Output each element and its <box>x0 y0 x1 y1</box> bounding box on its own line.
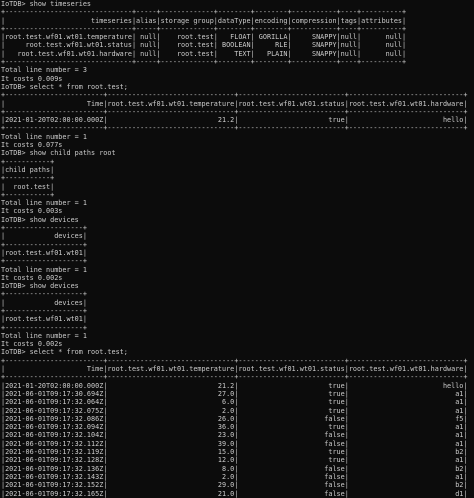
console-line: +-----------+ <box>1 174 55 183</box>
console-line: |2021-06-01T09:17:32.119Z| 15.0| true| b… <box>1 448 468 457</box>
console-line: IoTDB> select * from root.test; <box>1 82 128 91</box>
console-line: |2021-06-01T09:17:32.094Z| 36.0| true| a… <box>1 423 468 432</box>
console-line: +-----------+ <box>1 157 55 166</box>
console-line: |root.test.wf01.wt01.temperature| null| … <box>1 33 407 42</box>
console-line: |2021-06-01T09:17:32.143Z| 2.0| false| a… <box>1 472 468 481</box>
console-line: +------------------------+--------------… <box>1 124 468 133</box>
console-line: +-----------+ <box>1 190 55 199</box>
console-line: |2021-06-01T09:17:30.694Z| 27.0| true| a… <box>1 389 468 398</box>
console-line: | devices| <box>1 232 87 241</box>
console-line: It costs 0.009s <box>1 74 63 83</box>
console-line: |2021-01-20T02:00:00.000Z| 21.2| true| h… <box>1 116 468 125</box>
console-line: | Time|root.test.wf01.wt01.temperature|r… <box>1 365 468 374</box>
console-line: Total line number = 3 <box>1 66 87 75</box>
console-line: IoTDB> select * from root.test; <box>1 348 128 357</box>
console-line: |2021-06-01T09:17:32.064Z| 6.0| true| a1… <box>1 398 468 407</box>
console-line: | root.test.wf01.wt01.hardware| null| ro… <box>1 49 407 58</box>
console-line: | root.test.wf01.wt01.status| null| root… <box>1 41 407 50</box>
console-line: |2021-06-01T09:17:32.086Z| 26.0| false| … <box>1 414 468 423</box>
terminal-output: IoTDB> show timeseries +-----------------… <box>0 0 474 498</box>
console-line: +-------------------+ <box>1 306 87 315</box>
console-line: IoTDB> show devices <box>1 215 79 224</box>
console-line: Total line number = 1 <box>1 265 87 274</box>
console-line: |root.test.wf01.wt01| <box>1 248 87 257</box>
console-line: +-------------------------------+-----+-… <box>1 24 407 33</box>
console-line: It costs 0.077s <box>1 141 63 150</box>
console-line: It costs 0.002s <box>1 340 63 349</box>
console-line: |2021-06-01T09:17:32.128Z| 12.0| true| a… <box>1 456 468 465</box>
console-line: +-------------------------------+-----+-… <box>1 8 407 17</box>
console-line: | timeseries|alias|storage group|dataTyp… <box>1 16 407 25</box>
console-line: +-------------------+ <box>1 224 87 233</box>
console-line: |2021-01-20T02:00:00.000Z| 21.2| true| h… <box>1 381 468 390</box>
console-line: | root.test| <box>1 182 55 191</box>
console-line: |2021-06-01T09:17:32.152Z| 29.0| false| … <box>1 481 468 490</box>
console-line: +------------------------+--------------… <box>1 91 468 100</box>
console-line: +------------------------+--------------… <box>1 107 468 116</box>
console-line: IoTDB> show devices <box>1 282 79 291</box>
console-line: +-------------------------------+-----+-… <box>1 58 407 67</box>
console-line: IoTDB> show child paths root <box>1 149 116 158</box>
console-line: |2021-06-01T09:17:32.165Z| 21.0| false| … <box>1 489 468 498</box>
console-line: +-------------------+ <box>1 290 87 299</box>
console-line: Total line number = 1 <box>1 331 87 340</box>
console-line: IoTDB> show timeseries <box>1 0 92 8</box>
console-line: |2021-06-01T09:17:32.104Z| 23.0| false| … <box>1 431 468 440</box>
console-line: |2021-06-01T09:17:32.075Z| 2.0| true| a1… <box>1 406 468 415</box>
console-line: Total line number = 1 <box>1 132 87 141</box>
console-line: +-------------------+ <box>1 257 87 266</box>
console-line: It costs 0.003s <box>1 207 63 216</box>
console-line: |child paths| <box>1 165 55 174</box>
console-line: +------------------------+--------------… <box>1 356 468 365</box>
console-line: |root.test.wf01.wt01| <box>1 315 87 324</box>
console-line: Total line number = 1 <box>1 199 87 208</box>
console-line: +------------------------+--------------… <box>1 373 468 382</box>
console-line: It costs 0.002s <box>1 273 63 282</box>
console-line: +-------------------+ <box>1 323 87 332</box>
console-line: |2021-06-01T09:17:32.112Z| 39.0| false| … <box>1 439 468 448</box>
console-line: |2021-06-01T09:17:32.136Z| 8.0| false| b… <box>1 464 468 473</box>
console-line: | Time|root.test.wf01.wt01.temperature|r… <box>1 99 468 108</box>
console-line: | devices| <box>1 298 87 307</box>
console-line: +-------------------+ <box>1 240 87 249</box>
